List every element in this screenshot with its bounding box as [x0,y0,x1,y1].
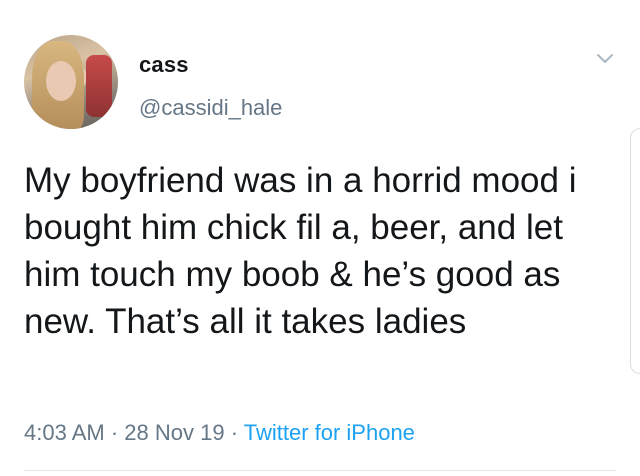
tweet-source-link[interactable]: Twitter for iPhone [244,420,415,445]
avatar-background [86,55,112,117]
meta-separator: · [104,420,125,445]
side-panel-edge [630,128,640,374]
tweet-text: My boyfriend was in a horrid mood i boug… [24,161,577,341]
avatar[interactable] [24,35,118,129]
chevron-down-icon[interactable] [596,52,614,66]
tweet-date[interactable]: 28 Nov 19 [124,420,224,445]
display-name[interactable]: cass [139,52,189,78]
tweet-meta: 4:03 AM · 28 Nov 19 · Twitter for iPhone [24,420,415,446]
avatar-face [46,61,76,101]
meta-separator: · [224,420,244,445]
tweet-time[interactable]: 4:03 AM [24,420,105,445]
divider [24,470,616,471]
user-handle[interactable]: @cassidi_hale [139,95,282,121]
